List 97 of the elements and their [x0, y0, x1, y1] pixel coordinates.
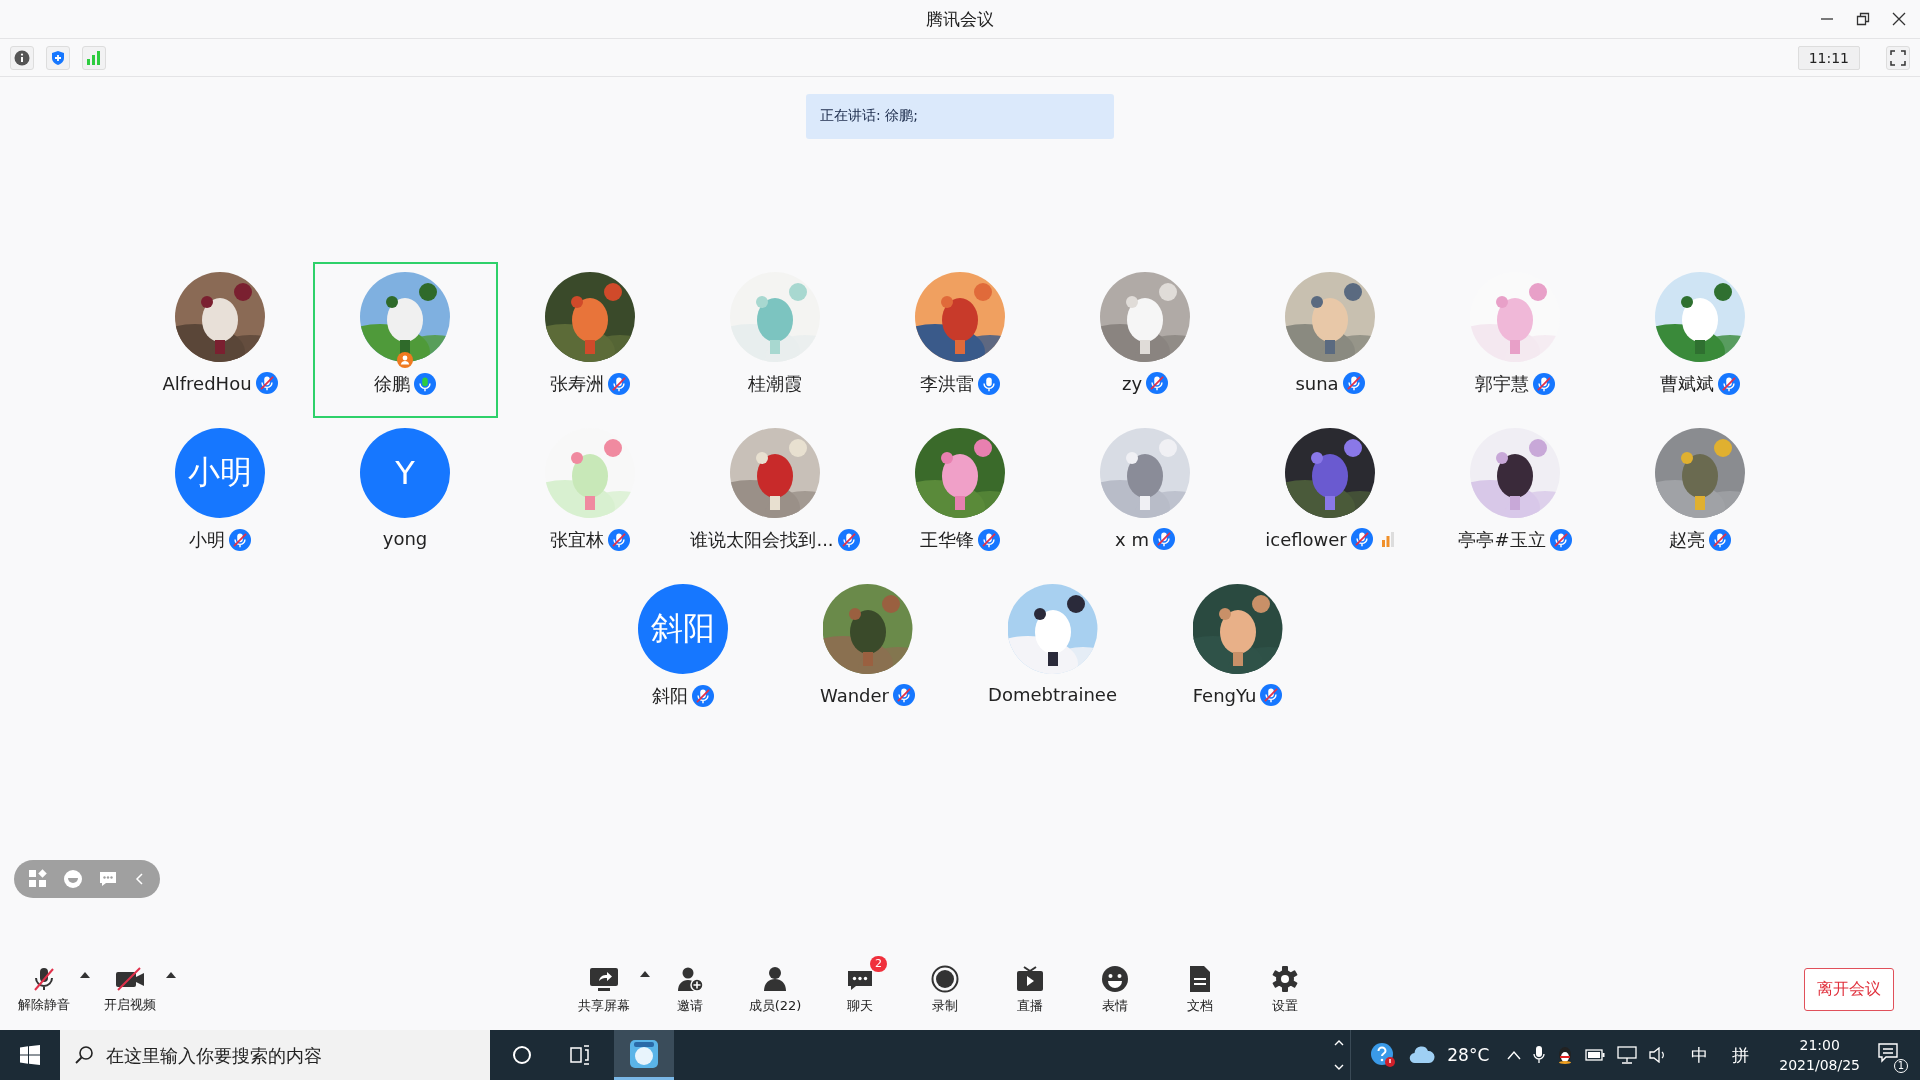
close-icon[interactable] — [1892, 12, 1906, 26]
participant-tile[interactable]: AlfredHou — [127, 262, 313, 418]
participant-tile[interactable]: 亭亭#玉立 — [1422, 418, 1608, 574]
participant-tile[interactable]: Y yong — [312, 418, 498, 574]
participant-name: yong — [382, 528, 428, 549]
avatar: 斜阳 — [637, 584, 728, 674]
participant-name: FengYu — [1192, 684, 1257, 706]
cortana-icon[interactable] — [512, 1045, 532, 1065]
microphone-icon[interactable] — [1533, 1046, 1546, 1064]
caret-icon[interactable] — [80, 970, 90, 979]
fullscreen-icon[interactable] — [1886, 45, 1910, 70]
share-button[interactable]: 共享屏幕 — [568, 963, 640, 1015]
camera-off-icon — [114, 964, 146, 993]
live-button[interactable]: 直播 — [994, 963, 1066, 1015]
participant-name: Domebtrainee — [988, 684, 1117, 705]
participant-name: 赵亮 — [1669, 528, 1705, 552]
participant-name: 曹斌斌 — [1660, 372, 1714, 396]
participant-name: 郭宇慧 — [1475, 372, 1529, 396]
battery-icon[interactable] — [1585, 1049, 1606, 1061]
participant-tile[interactable]: Domebtrainee — [960, 574, 1145, 730]
participant-tile[interactable]: 郭宇慧 — [1422, 262, 1608, 418]
participant-tile[interactable]: 曹斌斌 — [1607, 262, 1793, 418]
unmute-button[interactable]: 解除静音 — [8, 964, 80, 1014]
participant-tile[interactable]: FengYu — [1145, 574, 1330, 730]
participant-name: 徐鹏 — [374, 372, 410, 396]
participant-tile[interactable]: 徐鹏 — [312, 262, 498, 418]
participant-name: Wander — [820, 684, 889, 706]
participant-tile[interactable]: 张宜林 — [497, 418, 683, 574]
notification-icon[interactable] — [1878, 1043, 1900, 1063]
participant-name: 谁说太阳会找到... — [690, 528, 834, 552]
taskbar-clock[interactable]: 21:00 2021/08/25 — [1779, 1035, 1860, 1075]
input-method-indicator[interactable]: 拼 — [1732, 1043, 1750, 1067]
info-icon[interactable] — [10, 45, 34, 70]
participant-tile[interactable]: 谁说太阳会找到... — [682, 418, 868, 574]
notification-count: 1 — [1893, 1059, 1908, 1073]
participant-tile[interactable]: 赵亮 — [1607, 418, 1793, 574]
speaking-banner: 正在讲话: 徐鹏; — [806, 94, 1114, 139]
participant-tile[interactable]: zy — [1052, 262, 1238, 418]
caret-icon[interactable] — [166, 970, 176, 979]
participant-tile[interactable]: iceflower — [1237, 418, 1423, 574]
participant-tile[interactable]: 李洪雷 — [867, 262, 1053, 418]
participant-name: 斜阳 — [651, 684, 688, 708]
participant-name: zy — [1121, 372, 1143, 394]
chat-icon[interactable] — [97, 869, 118, 889]
participant-tile[interactable]: 桂潮霞 — [682, 262, 868, 418]
participant-name: x m — [1115, 528, 1149, 550]
participant-tile[interactable]: suna — [1237, 262, 1423, 418]
leave-meeting-button[interactable]: 离开会议 — [1804, 967, 1894, 1011]
unread-badge: 2 — [870, 955, 887, 972]
input-mode-indicator[interactable]: 中 — [1691, 1043, 1709, 1067]
task-view-icon[interactable] — [569, 1045, 591, 1065]
invite-button[interactable]: 邀请 — [654, 963, 726, 1015]
participant-tile[interactable]: 王华锋 — [867, 418, 1053, 574]
weather-cloud-icon — [1409, 1046, 1436, 1064]
participant-tile[interactable]: 斜阳 斜阳 — [590, 574, 775, 730]
penguin-icon[interactable] — [1557, 1046, 1574, 1064]
participant-name: AlfredHou — [162, 372, 252, 394]
grid-icon[interactable] — [27, 869, 48, 889]
participant-name: 小明 — [189, 528, 225, 552]
participant-name: suna — [1295, 372, 1339, 394]
meeting-timer: 11:11 — [1797, 45, 1860, 70]
search-field[interactable]: 在这里输入你要搜索的内容 — [60, 1030, 490, 1080]
video-button[interactable]: 开启视频 — [94, 964, 166, 1014]
participant-tile[interactable]: 张寿洲 — [497, 262, 683, 418]
meeting-app-taskbar-icon[interactable] — [614, 1030, 674, 1080]
settings-button[interactable]: 设置 — [1249, 963, 1321, 1015]
document-icon — [1188, 963, 1212, 994]
doc-button[interactable]: 文档 — [1164, 963, 1236, 1015]
caret-icon[interactable] — [640, 969, 650, 978]
avatar: 小明 — [175, 428, 265, 518]
participant-name: 亭亭#玉立 — [1458, 528, 1546, 552]
window-title: 腾讯会议 — [926, 7, 994, 31]
emoji-icon[interactable] — [62, 869, 83, 889]
participant-tile[interactable]: 小明 小明 — [127, 418, 313, 574]
emoji-button[interactable]: 表情 — [1079, 963, 1151, 1015]
participant-name: 张宜林 — [550, 528, 604, 552]
network-icon[interactable] — [1617, 1046, 1638, 1064]
record-icon — [931, 963, 959, 994]
avatar: Y — [360, 428, 450, 518]
participant-tile[interactable]: Wander — [775, 574, 960, 730]
record-button[interactable]: 录制 — [909, 963, 981, 1015]
restore-icon[interactable] — [1856, 12, 1870, 26]
participant-name: iceflower — [1265, 528, 1347, 550]
settings-icon — [1271, 963, 1299, 994]
weather-temperature[interactable]: 28°C — [1447, 1045, 1490, 1065]
chevron-up-icon[interactable] — [1507, 1050, 1522, 1060]
broadcast-icon — [1016, 963, 1044, 994]
participant-name: 桂潮霞 — [748, 372, 802, 396]
participant-tile[interactable]: x m — [1052, 418, 1238, 574]
shield-icon[interactable] — [46, 45, 70, 70]
help-icon[interactable] — [1369, 1041, 1398, 1069]
participant-name: 张寿洲 — [550, 372, 604, 396]
participant-name: 李洪雷 — [920, 372, 974, 396]
participant-name: 王华锋 — [920, 528, 974, 552]
members-button[interactable]: 成员(22) — [739, 963, 811, 1015]
smiley-icon — [1101, 963, 1129, 994]
start-icon[interactable] — [20, 1045, 40, 1065]
